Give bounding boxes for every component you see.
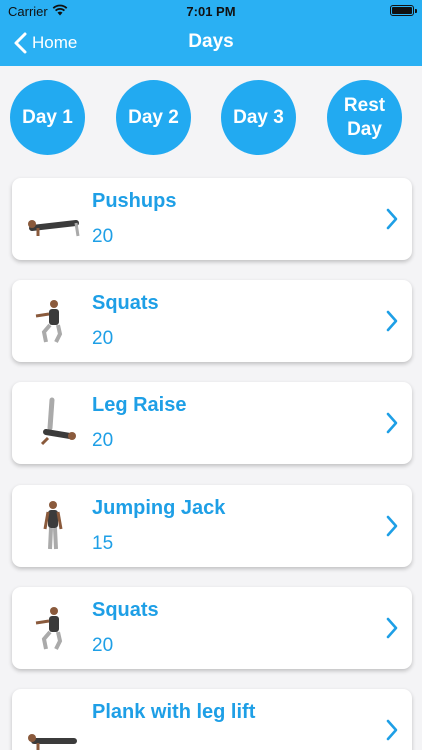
exercise-reps: 20 [92, 328, 114, 349]
chevron-right-icon [386, 208, 398, 230]
exercise-card-squats-2[interactable]: Squats 20 [12, 587, 412, 669]
exercise-name: Pushups [92, 190, 177, 212]
day-selector: Day 1 Day 2 Day 3 Rest Day [0, 80, 422, 156]
chevron-right-icon [386, 515, 398, 537]
chevron-right-icon [386, 310, 398, 332]
exercise-card-plank-leg-lift[interactable]: Plank with leg lift [12, 689, 412, 750]
status-bar: Carrier 7:01 PM [0, 0, 422, 22]
exercise-card-squats[interactable]: Squats 20 [12, 280, 412, 362]
rest-day-button[interactable]: Rest Day [327, 80, 402, 155]
nav-bar: Carrier 7:01 PM Home Days [0, 0, 422, 66]
exercise-reps: 20 [92, 635, 114, 656]
exercise-card-pushups[interactable]: Pushups 20 [12, 178, 412, 260]
plank-figure-icon [28, 734, 77, 750]
status-time: 7:01 PM [186, 4, 236, 19]
day-2-button[interactable]: Day 2 [116, 80, 191, 155]
pushup-figure-icon [28, 220, 80, 237]
page-title: Days [188, 31, 234, 52]
chevron-right-icon [386, 719, 398, 741]
jumping-jack-figure-icon [43, 501, 63, 550]
exercise-name: Leg Raise [92, 394, 187, 416]
exercise-reps: 15 [92, 533, 114, 554]
battery-icon [390, 5, 417, 16]
exercise-reps: 20 [92, 430, 114, 451]
exercise-name: Plank with leg lift [92, 701, 256, 723]
exercise-name: Jumping Jack [92, 497, 226, 519]
exercise-name: Squats [92, 599, 159, 621]
chevron-right-icon [386, 412, 398, 434]
exercise-reps: 20 [92, 226, 114, 247]
day-1-button[interactable]: Day 1 [10, 80, 85, 155]
squat-figure-icon [35, 607, 63, 650]
exercise-name: Squats [92, 292, 159, 314]
leg-raise-figure-icon [40, 397, 76, 446]
exercise-card-leg-raise[interactable]: Leg Raise 20 [12, 382, 412, 464]
day-3-button[interactable]: Day 3 [221, 80, 296, 155]
squat-figure-icon [35, 300, 63, 343]
chevron-right-icon [386, 617, 398, 639]
exercise-card-jumping-jack[interactable]: Jumping Jack 15 [12, 485, 412, 567]
